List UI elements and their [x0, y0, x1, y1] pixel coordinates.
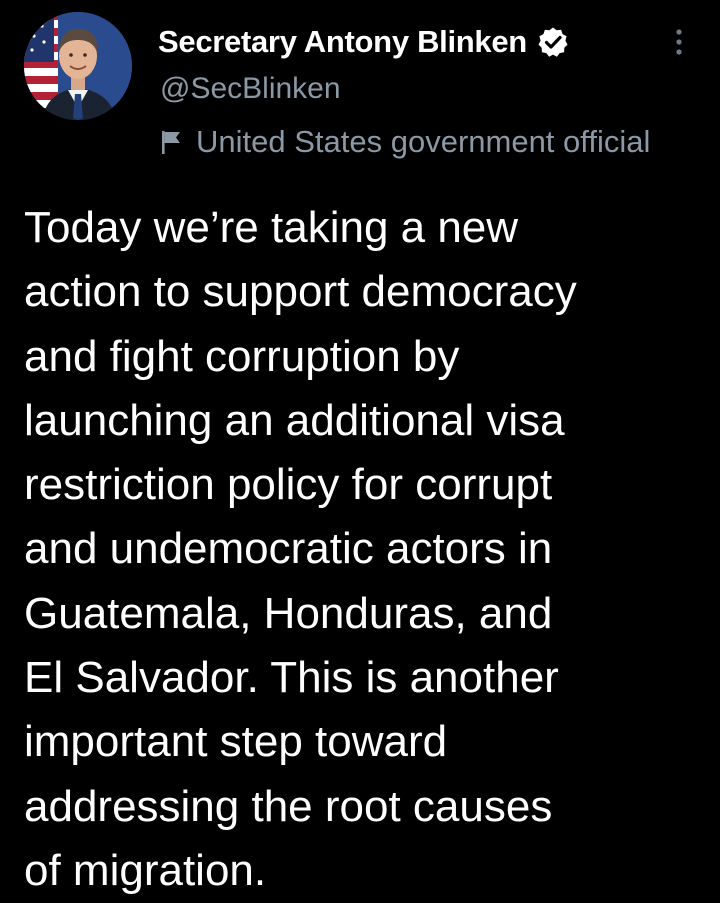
flag-icon	[160, 129, 184, 155]
avatar[interactable]	[24, 12, 132, 120]
author-handle[interactable]: @SecBlinken	[160, 72, 341, 106]
tweet-text-line: and undemocratic actors in	[24, 524, 553, 574]
display-name[interactable]: Secretary Antony Blinken	[158, 24, 527, 60]
tweet-text-line: action to support democracy	[24, 267, 577, 317]
tweet-text-line: El Salvador. This is another	[24, 653, 559, 703]
tweet-text-line: restriction policy for corrupt	[24, 460, 553, 510]
tweet-text-line: launching an additional visa	[24, 395, 565, 445]
tweet-text-line: important step toward	[24, 717, 448, 767]
tweet-text-line: addressing the root causes	[24, 781, 553, 831]
government-label: United States government official	[160, 122, 650, 162]
tweet: Secretary Antony Blinken @SecBlinken Uni…	[0, 0, 720, 897]
tweet-text: Today we’re taking a new action to suppo…	[24, 196, 704, 903]
tweet-text-line: Today we’re taking a new	[24, 203, 519, 252]
more-vertical-icon	[676, 29, 682, 55]
profile-photo-icon	[24, 12, 132, 120]
verified-badge-icon	[537, 26, 569, 58]
tweet-text-line: Guatemala, Honduras, and	[24, 588, 553, 638]
tweet-text-line: and fight corruption by	[24, 331, 460, 381]
display-name-row[interactable]: Secretary Antony Blinken	[158, 20, 569, 64]
government-label-text: United States government official	[196, 124, 651, 159]
tweet-text-line: of migration.	[24, 845, 267, 895]
more-options-button[interactable]	[664, 22, 694, 62]
